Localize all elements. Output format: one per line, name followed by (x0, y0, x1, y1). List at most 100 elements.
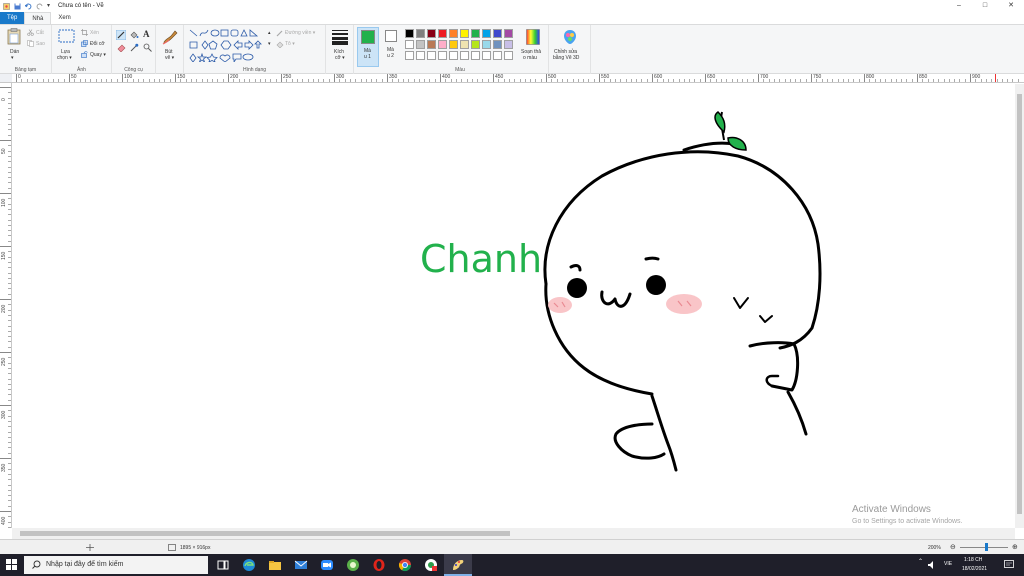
color-swatch[interactable] (405, 40, 414, 49)
zoom-meetings-icon[interactable] (320, 558, 334, 572)
color-swatch[interactable] (493, 40, 502, 49)
color-swatch[interactable] (493, 51, 502, 60)
volume-icon[interactable] (928, 561, 936, 569)
edit-colors-icon[interactable] (526, 29, 540, 45)
shape-fill-icon[interactable] (276, 41, 284, 48)
color-swatch[interactable] (493, 29, 502, 38)
color-swatch[interactable] (471, 40, 480, 49)
mail-icon[interactable] (294, 558, 308, 572)
eraser-icon[interactable] (117, 43, 126, 52)
color-swatch[interactable] (438, 29, 447, 38)
rotate-label[interactable]: Quay ▾ (90, 52, 106, 58)
color-swatch[interactable] (449, 40, 458, 49)
paint3d-label-2[interactable]: bằng Vẽ 3D (553, 55, 579, 61)
color-swatch[interactable] (416, 40, 425, 49)
color-swatch[interactable] (482, 40, 491, 49)
color-swatch[interactable] (438, 40, 447, 49)
zoom-slider[interactable] (960, 547, 1008, 548)
cut-icon[interactable] (27, 29, 34, 36)
edge-icon[interactable] (242, 558, 256, 572)
zoom-in-button[interactable]: ⊕ (1012, 543, 1018, 551)
zoom-slider-thumb[interactable] (985, 543, 988, 551)
windows-start-icon[interactable] (6, 559, 17, 570)
paste-dropdown[interactable]: ▾ (11, 55, 14, 61)
select-icon[interactable] (58, 29, 75, 43)
brush-dropdown[interactable]: vẽ ▾ (165, 55, 174, 61)
magnifier-icon[interactable] (143, 43, 152, 52)
outline-icon[interactable] (276, 30, 284, 37)
color-swatch[interactable] (405, 29, 414, 38)
resize-icon[interactable] (81, 40, 88, 47)
opera-icon[interactable] (372, 558, 386, 572)
close-button[interactable]: ✕ (998, 0, 1024, 12)
shape-fill-label[interactable]: Tô ▾ (285, 41, 295, 47)
shapes-gallery[interactable] (188, 28, 270, 62)
minimize-button[interactable]: – (946, 0, 972, 12)
copy-label[interactable]: Sao (36, 41, 45, 47)
resize-label[interactable]: Đổi cỡ (90, 41, 105, 47)
shape-scroll-down-icon[interactable]: ▾ (268, 41, 271, 47)
color-swatch[interactable] (460, 29, 469, 38)
select-dropdown[interactable]: chọn ▾ (57, 55, 72, 61)
chrome-icon[interactable] (398, 558, 412, 572)
paint-taskbar-button[interactable] (444, 554, 472, 576)
task-view-icon[interactable] (216, 558, 230, 572)
customize-toolbar-icon[interactable]: ▾ (47, 3, 54, 10)
crop-label[interactable]: Xén (90, 30, 99, 36)
horizontal-scroll-thumb[interactable] (20, 531, 510, 536)
color-swatch[interactable] (427, 29, 436, 38)
color-swatch[interactable] (416, 51, 425, 60)
color-swatch[interactable] (460, 51, 469, 60)
taskbar-search[interactable]: Nhập tại đây để tìm kiếm (24, 556, 208, 574)
color-swatch[interactable] (427, 40, 436, 49)
save-icon[interactable] (14, 3, 21, 10)
color-picker-icon[interactable] (130, 43, 139, 52)
paint3d-icon[interactable] (563, 29, 577, 45)
vertical-scroll-thumb[interactable] (1017, 94, 1022, 514)
color1-button[interactable]: Mà u 1 (357, 27, 379, 67)
rotate-icon[interactable] (81, 51, 88, 58)
tab-home[interactable]: Nhà (24, 12, 52, 24)
app-icon-green[interactable] (346, 558, 360, 572)
color-swatch[interactable] (504, 40, 513, 49)
tray-chevron-icon[interactable]: ⌃ (918, 558, 923, 565)
edit-colors-label-2[interactable]: o màu (523, 55, 537, 61)
cut-label[interactable]: Cắt (36, 30, 44, 36)
color-swatch[interactable] (471, 51, 480, 60)
clock-date[interactable]: 18/02/2021 (962, 566, 987, 572)
vertical-scrollbar[interactable] (1015, 84, 1024, 528)
paste-icon[interactable] (7, 28, 21, 45)
color-swatch[interactable] (460, 40, 469, 49)
color-swatch[interactable] (471, 29, 480, 38)
color2-button[interactable]: Mà u 2 (381, 25, 403, 74)
pencil-icon[interactable] (116, 30, 126, 40)
maximize-button[interactable]: □ (972, 0, 998, 12)
clock-time[interactable]: 1:18 CH (964, 557, 982, 563)
color-swatch[interactable] (416, 29, 425, 38)
color-swatch[interactable] (427, 51, 436, 60)
outline-label[interactable]: Đường viền ▾ (285, 30, 315, 36)
color-swatch[interactable] (449, 29, 458, 38)
drawing-canvas[interactable]: Chanh (12, 84, 1015, 528)
copy-icon[interactable] (27, 40, 34, 47)
fill-icon[interactable] (130, 30, 139, 39)
zoom-out-button[interactable]: ⊖ (950, 543, 956, 551)
color-swatch[interactable] (438, 51, 447, 60)
coccoc-icon[interactable] (424, 558, 438, 572)
language-indicator[interactable]: VIE (944, 561, 952, 567)
tab-file[interactable]: Tệp (0, 12, 25, 24)
brush-icon[interactable] (161, 29, 179, 45)
redo-icon[interactable] (36, 3, 43, 10)
color-swatch[interactable] (504, 51, 513, 60)
tab-view[interactable]: Xem (51, 12, 77, 24)
size-icon[interactable] (331, 29, 349, 45)
color-swatch[interactable] (504, 29, 513, 38)
crop-icon[interactable] (81, 29, 88, 36)
file-explorer-icon[interactable] (268, 558, 282, 572)
color-swatch[interactable] (405, 51, 414, 60)
shape-scroll-icon[interactable]: ▴ (268, 30, 271, 36)
size-dropdown[interactable]: cỡ ▾ (335, 55, 345, 61)
color-swatch[interactable] (449, 51, 458, 60)
notification-icon[interactable] (1004, 560, 1014, 569)
color-swatch[interactable] (482, 51, 491, 60)
